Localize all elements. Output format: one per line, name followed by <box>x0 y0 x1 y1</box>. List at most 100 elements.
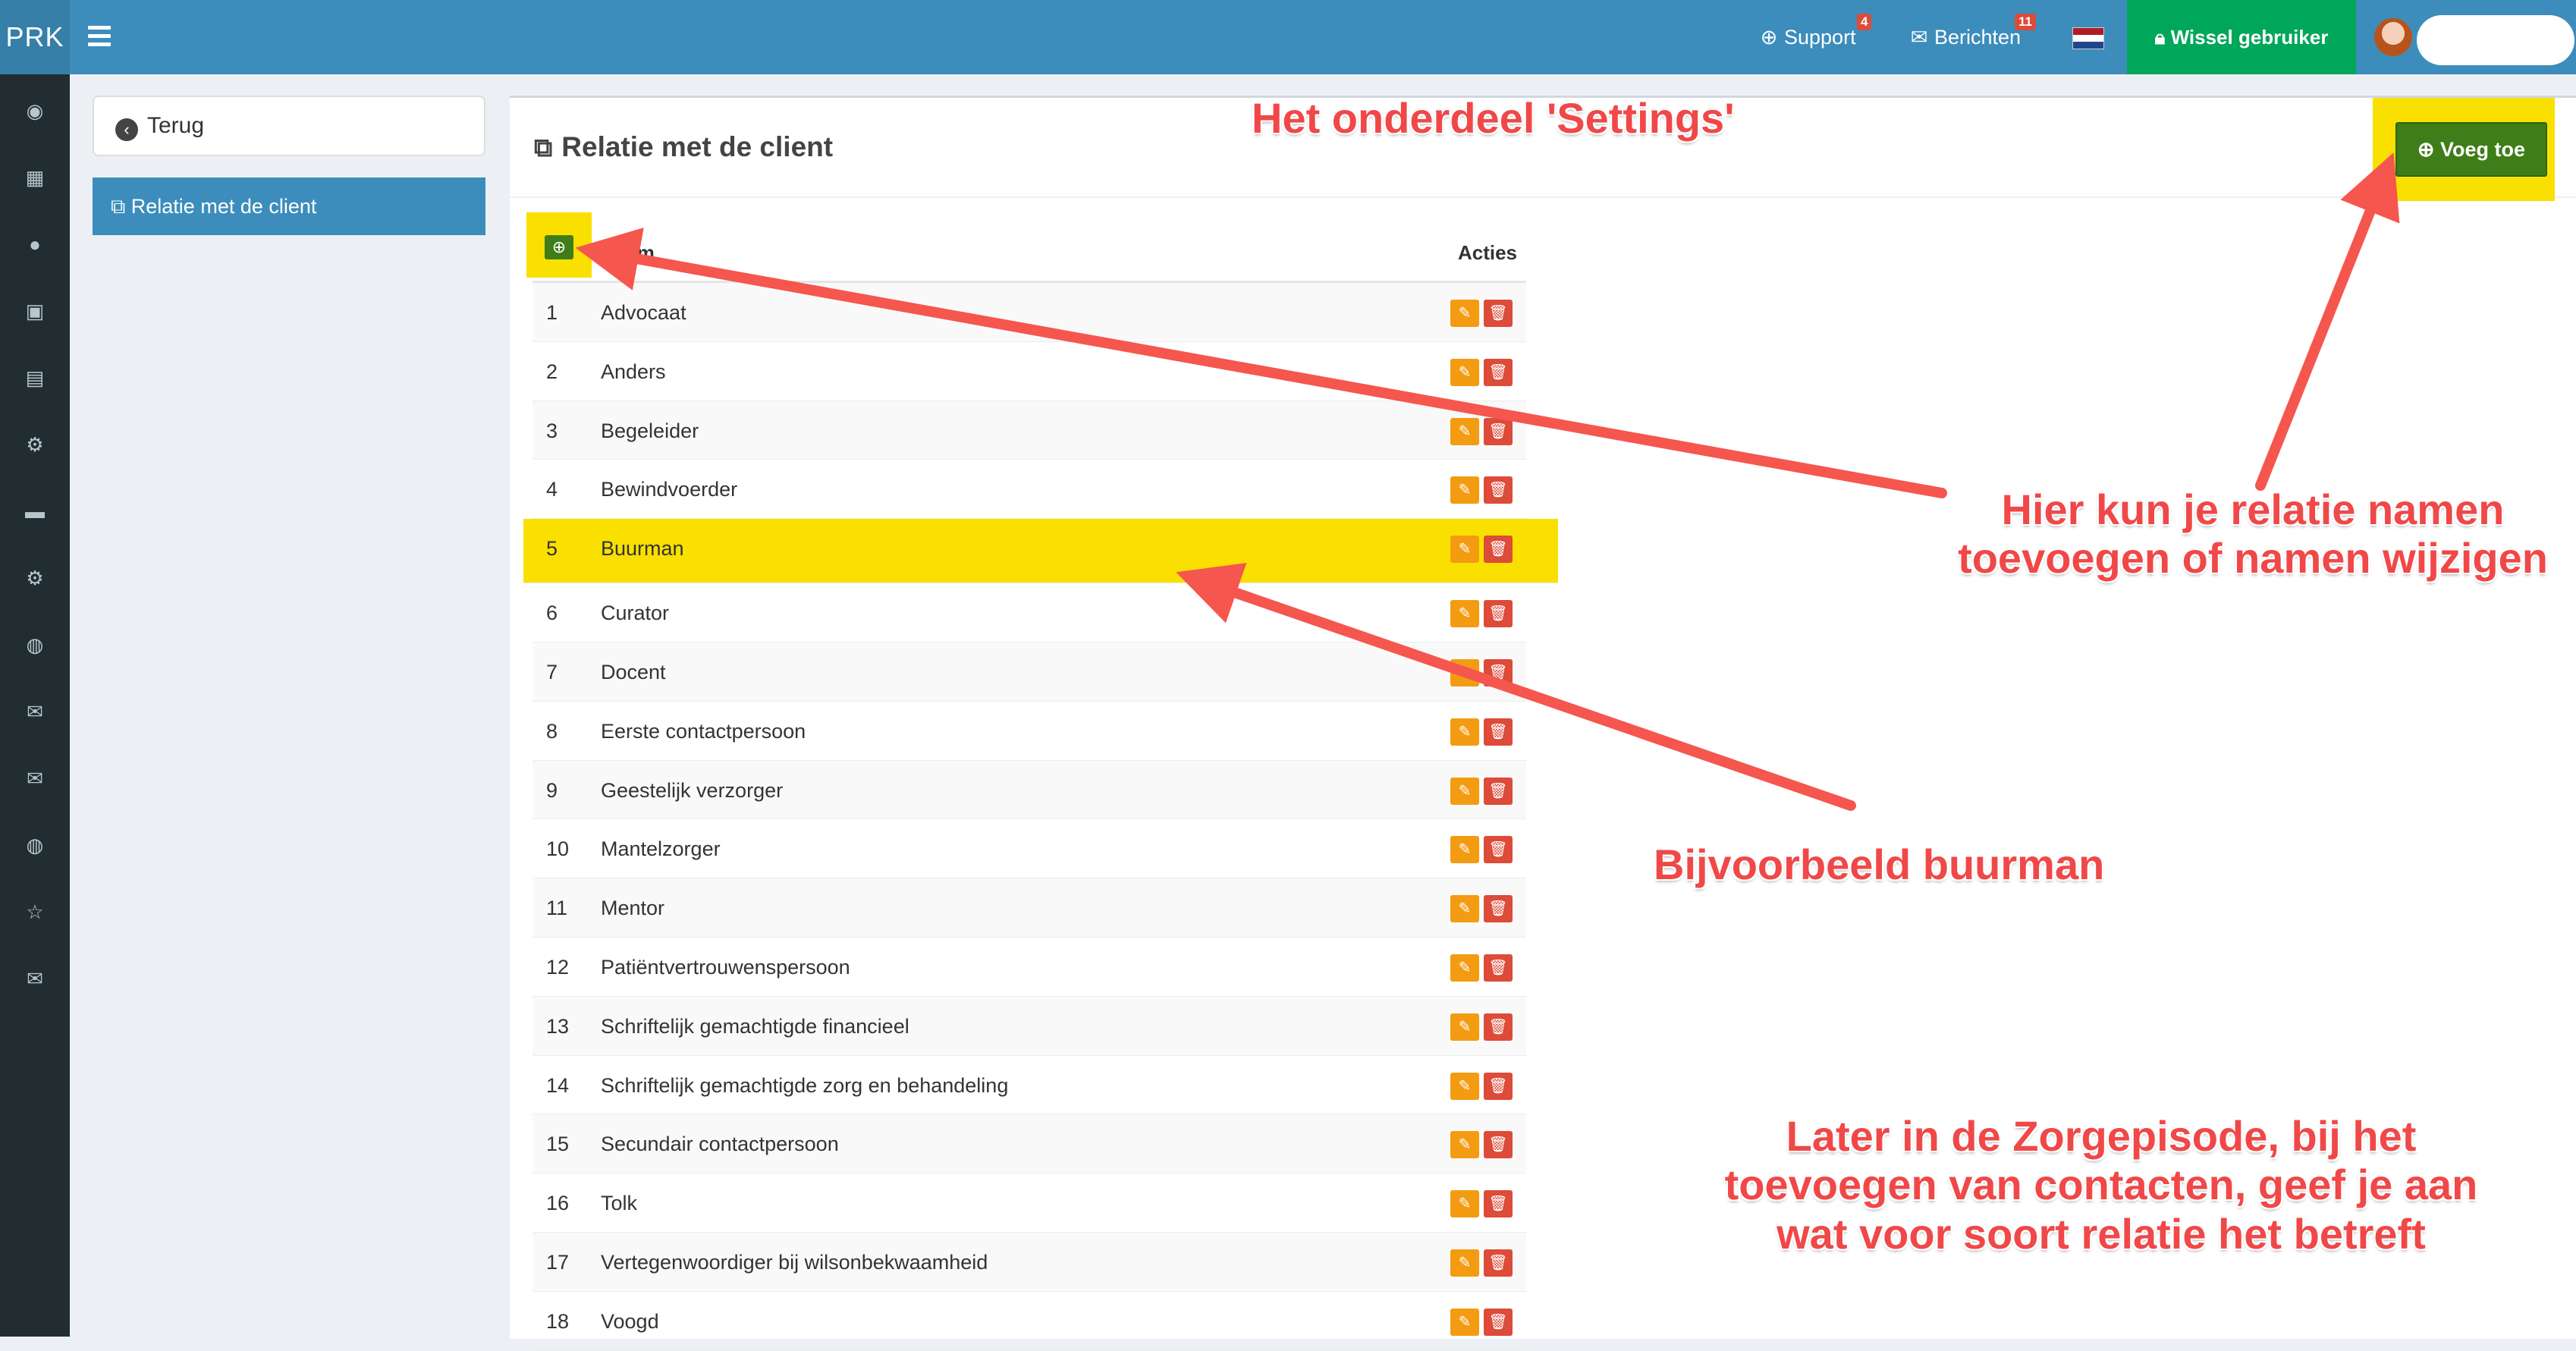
user-icon[interactable]: ● <box>21 231 49 258</box>
delete-button[interactable]: 🗑︎ <box>1484 954 1513 982</box>
envelope-icon[interactable]: ✉ <box>21 698 49 725</box>
sidebar-toggle-icon[interactable] <box>88 26 111 49</box>
app-logo[interactable]: PRK <box>0 0 70 74</box>
book-icon[interactable]: ▤ <box>21 364 49 391</box>
delete-button[interactable]: 🗑︎ <box>1484 1072 1513 1100</box>
globe-icon[interactable]: ◍ <box>21 831 49 859</box>
delete-button[interactable]: 🗑︎ <box>1484 536 1513 564</box>
row-number: 10 <box>546 837 570 861</box>
edit-button[interactable]: ✎ <box>1450 1308 1479 1336</box>
trash-icon: 🗑︎ <box>1488 605 1508 623</box>
edit-button[interactable]: ✎ <box>1450 536 1479 564</box>
edit-button[interactable]: ✎ <box>1450 1013 1479 1041</box>
delete-button[interactable]: 🗑︎ <box>1484 718 1513 746</box>
dashboard-icon[interactable]: ◉ <box>21 97 49 124</box>
avatar[interactable] <box>2374 18 2412 56</box>
support-link[interactable]: ⊕ Support <box>1758 0 1856 74</box>
edit-button[interactable]: ✎ <box>1450 836 1479 864</box>
annotation-line: wat voor soort relatie het betreft <box>1776 1209 2426 1258</box>
table-row: 11 Mentor ✎ 🗑︎ <box>532 878 1526 938</box>
page-title: ⧉ Relatie met de client <box>534 131 833 163</box>
envelope-icon[interactable]: ✉ <box>21 765 49 792</box>
gear-icon[interactable]: ⚙ <box>21 564 49 592</box>
delete-button[interactable]: 🗑︎ <box>1484 417 1513 445</box>
row-name: Voogd <box>601 1309 659 1333</box>
mail-icon[interactable]: ✉ <box>21 965 49 992</box>
delete-button[interactable]: 🗑︎ <box>1484 895 1513 923</box>
edit-button[interactable]: ✎ <box>1450 658 1479 686</box>
page-title-text: Relatie met de client <box>561 131 834 162</box>
edit-button[interactable]: ✎ <box>1450 600 1479 628</box>
cogs-icon[interactable]: ⚙ <box>21 431 49 458</box>
berichten-label: Berichten <box>1934 26 2022 49</box>
delete-button[interactable]: 🗑︎ <box>1484 476 1513 504</box>
edit-button[interactable]: ✎ <box>1450 1249 1479 1277</box>
delete-button[interactable]: 🗑︎ <box>1484 300 1513 327</box>
row-number: 16 <box>546 1192 570 1215</box>
edit-button[interactable]: ✎ <box>1450 1131 1479 1159</box>
calendar-icon[interactable]: ▦ <box>21 164 49 191</box>
edit-button[interactable]: ✎ <box>1450 895 1479 923</box>
truck-icon[interactable]: ▬ <box>21 498 49 525</box>
delete-button[interactable]: 🗑︎ <box>1484 1013 1513 1041</box>
envelope-icon: ✉ <box>1910 26 1928 49</box>
table-row: 5 Buurman ✎ 🗑︎ <box>523 519 1558 584</box>
row-name: Bewindvoerder <box>601 478 738 501</box>
row-number: 7 <box>546 660 558 683</box>
edit-button[interactable]: ✎ <box>1450 1190 1479 1218</box>
row-number: 14 <box>546 1073 570 1097</box>
top-navbar: PRK ⊕ Support 4 ✉ Berichten 11 🔒︎ Wissel g… <box>0 0 2576 74</box>
globe-icon[interactable]: ◍ <box>21 631 49 658</box>
lifebuoy-icon: ⊕ <box>1760 26 1778 49</box>
delete-button[interactable]: 🗑︎ <box>1484 358 1513 386</box>
edit-button[interactable]: ✎ <box>1450 718 1479 746</box>
language-flag-icon[interactable] <box>2072 27 2104 49</box>
menu-item-relatie[interactable]: ⧉ Relatie met de client <box>93 178 485 235</box>
trash-icon: 🗑︎ <box>1488 664 1508 681</box>
switch-user-label: Wissel gebruiker <box>2170 26 2329 49</box>
edit-icon: ✎ <box>1458 1077 1472 1095</box>
row-number: 6 <box>546 602 558 625</box>
delete-button[interactable]: 🗑︎ <box>1484 1131 1513 1159</box>
back-button[interactable]: ‹ Terug <box>93 96 485 156</box>
support-badge: 4 <box>1857 14 1872 30</box>
row-name: Mantelzorger <box>601 837 721 861</box>
row-number: 8 <box>546 719 558 743</box>
table-row: 13 Schriftelijk gemachtigde financieel ✎ 🗑︎ <box>532 996 1526 1056</box>
edit-button[interactable]: ✎ <box>1450 300 1479 327</box>
edit-icon: ✎ <box>1458 482 1472 499</box>
column-header-acties: Acties <box>1457 241 1517 264</box>
trash-icon: 🗑︎ <box>1488 1077 1508 1095</box>
medkit-icon[interactable]: ▣ <box>21 297 49 325</box>
switch-user-button[interactable]: 🔒︎ Wissel gebruiker <box>2127 0 2356 74</box>
edit-button[interactable]: ✎ <box>1450 358 1479 386</box>
table-row: 4 Bewindvoerder ✎ 🗑︎ <box>532 460 1526 520</box>
table-row: 9 Geestelijk verzorger ✎ 🗑︎ <box>532 760 1526 820</box>
edit-icon: ✎ <box>1458 900 1472 918</box>
delete-button[interactable]: 🗑︎ <box>1484 658 1513 686</box>
edit-button[interactable]: ✎ <box>1450 777 1479 805</box>
star-icon[interactable]: ☆ <box>21 898 49 925</box>
edit-button[interactable]: ✎ <box>1450 954 1479 982</box>
row-name: Vertegenwoordiger bij wilsonbekwaamheid <box>601 1250 988 1274</box>
delete-button[interactable]: 🗑︎ <box>1484 1249 1513 1277</box>
add-button[interactable]: ⊕ Voeg toe <box>2395 122 2547 177</box>
edit-button[interactable]: ✎ <box>1450 417 1479 445</box>
delete-button[interactable]: 🗑︎ <box>1484 1190 1513 1218</box>
edit-button[interactable]: ✎ <box>1450 1072 1479 1100</box>
row-number: 2 <box>546 360 558 383</box>
annotation-edit-names: Hier kun je relatie namen toevoegen of n… <box>1957 485 2549 583</box>
row-name: Docent <box>601 660 666 683</box>
edit-icon: ✎ <box>1458 959 1472 976</box>
edit-button[interactable]: ✎ <box>1450 476 1479 504</box>
delete-button[interactable]: 🗑︎ <box>1484 777 1513 805</box>
delete-button[interactable]: 🗑︎ <box>1484 600 1513 628</box>
berichten-link[interactable]: ✉ Berichten <box>1908 0 2021 74</box>
table-row: 10 Mantelzorger ✎ 🗑︎ <box>532 819 1526 879</box>
delete-button[interactable]: 🗑︎ <box>1484 1308 1513 1336</box>
trash-icon: 🗑︎ <box>1488 959 1508 976</box>
trash-icon: 🗑︎ <box>1488 305 1508 322</box>
row-name: Schriftelijk gemachtigde financieel <box>601 1014 909 1038</box>
user-name-field[interactable] <box>2417 15 2574 65</box>
delete-button[interactable]: 🗑︎ <box>1484 836 1513 864</box>
